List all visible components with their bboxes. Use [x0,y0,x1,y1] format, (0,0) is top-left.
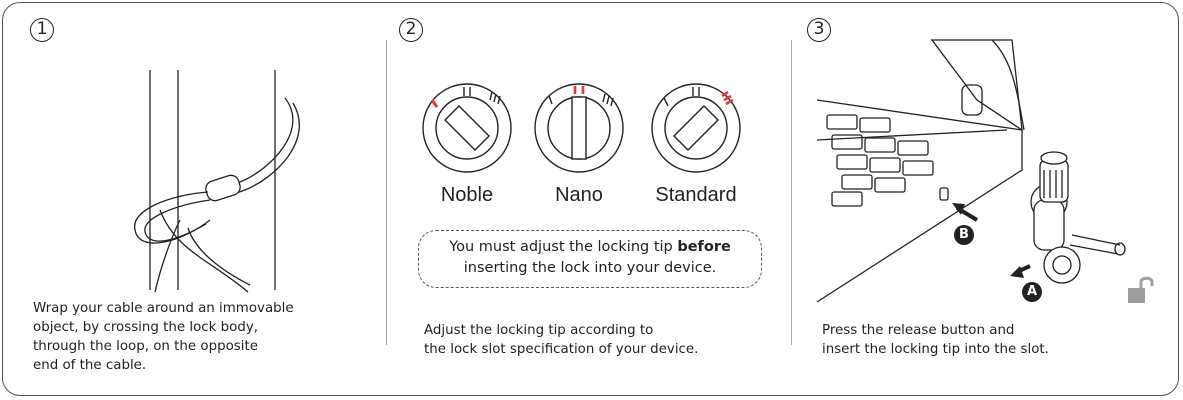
step-1-caption-line: object, by crossing the lock body, [33,320,259,335]
callout-a-label: A [1026,284,1038,299]
dial-label-standard: Standard [655,184,737,206]
laptop-icon [816,39,1126,303]
dial-label-noble: Noble [440,184,494,206]
step-1-caption-line: through the loop, on the opposite [33,339,258,354]
note-line-2: inserting the lock into your device. [463,260,717,276]
adjust-warning-note: You must adjust the locking tip before i… [418,230,762,288]
step-3-caption-line: insert the locking tip into the slot. [822,342,1049,357]
step-3-number: 3 [807,18,831,42]
step-2-caption-line: Adjust the locking tip according to [424,323,654,338]
step-1-caption-line: end of the cable. [33,358,147,373]
step-2-number: 2 [399,18,423,42]
step-3-caption: Press the release button and insert the … [822,321,1152,359]
callout-b: B [954,225,974,245]
step-3-caption-line: Press the release button and [822,323,1015,338]
callout-b-label: B [959,227,969,242]
divider-1 [386,40,387,345]
step-1-number: 1 [30,18,54,42]
note-line-1: You must adjust the locking tip before [419,237,761,258]
step-2-caption-line: the lock slot specification of your devi… [424,342,699,357]
callout-a: A [1022,282,1042,302]
lock-dial-icon [422,83,512,173]
cable-loop-icon [134,70,300,293]
divider-2 [791,40,792,345]
note-text: You must adjust the locking tip [449,239,678,255]
lock-dial-icon [651,83,741,173]
step-1-caption: Wrap your cable around an immovable obje… [33,299,373,375]
note-emphasis: before [677,239,731,255]
lock-dial-icon [534,83,624,173]
dial-label-nano: Nano [555,184,603,206]
unlocked-padlock-icon [1128,276,1154,303]
step-1-caption-line: Wrap your cable around an immovable [33,301,294,316]
step-2-caption: Adjust the locking tip according to the … [424,321,784,359]
